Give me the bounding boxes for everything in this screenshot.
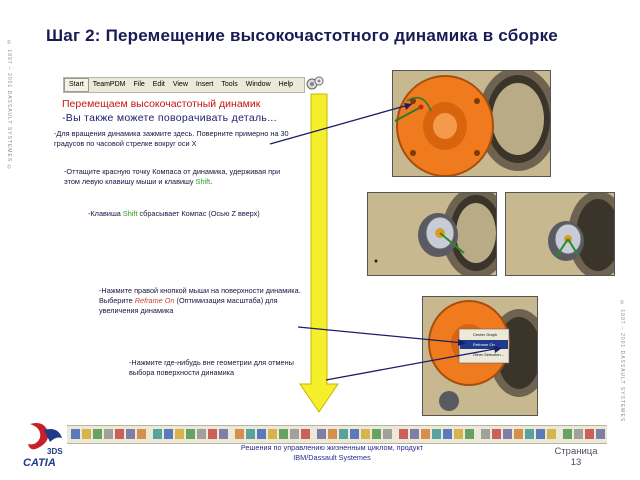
page-label: Страница — [554, 446, 598, 457]
toolbar-button[interactable] — [257, 429, 266, 439]
toolbar-button[interactable] — [514, 429, 523, 439]
toolbar-button[interactable] — [137, 429, 146, 439]
toolbar-button[interactable] — [465, 429, 474, 439]
toolbar-button[interactable] — [153, 429, 162, 439]
toolbar-button[interactable] — [235, 429, 244, 439]
toolbar-button[interactable] — [399, 429, 408, 439]
toolbar-button[interactable] — [290, 429, 299, 439]
bottom-toolbar — [67, 425, 607, 444]
toolbar-button[interactable] — [339, 429, 348, 439]
toolbar-button[interactable] — [585, 429, 594, 439]
toolbar-button[interactable] — [525, 429, 534, 439]
toolbar-button[interactable] — [197, 429, 206, 439]
toolbar-button[interactable] — [93, 429, 102, 439]
logo-catia-text: CATIA — [23, 457, 56, 469]
toolbar-button[interactable] — [596, 429, 605, 439]
toolbar-button[interactable] — [186, 429, 195, 439]
toolbar-button[interactable] — [432, 429, 441, 439]
toolbar-button[interactable] — [421, 429, 430, 439]
page-number-block: Страница 13 — [546, 446, 606, 468]
toolbar-button[interactable] — [82, 429, 91, 439]
toolbar-button[interactable] — [361, 429, 370, 439]
footer-text: Решения по управлению жизненным циклом, … — [240, 443, 424, 462]
toolbar-button[interactable] — [104, 429, 113, 439]
toolbar-button[interactable] — [503, 429, 512, 439]
toolbar-button[interactable] — [492, 429, 501, 439]
logo-ds-text: 3DS — [47, 447, 63, 456]
catia-logo-icon: 3DS CATIA — [23, 423, 63, 469]
toolbar-button[interactable] — [219, 429, 228, 439]
toolbar-button[interactable] — [350, 429, 359, 439]
toolbar-button[interactable] — [536, 429, 545, 439]
toolbar-button[interactable] — [301, 429, 310, 439]
toolbar-button[interactable] — [443, 429, 452, 439]
toolbar-button[interactable] — [126, 429, 135, 439]
toolbar-button[interactable] — [328, 429, 337, 439]
toolbar-button[interactable] — [574, 429, 583, 439]
callout-lines — [269, 103, 502, 381]
toolbar-button[interactable] — [383, 429, 392, 439]
toolbar-button[interactable] — [547, 429, 556, 439]
toolbar-button[interactable] — [164, 429, 173, 439]
toolbar-button[interactable] — [268, 429, 277, 439]
toolbar-button[interactable] — [317, 429, 326, 439]
toolbar-button[interactable] — [481, 429, 490, 439]
page-number: 13 — [570, 457, 582, 468]
toolbar-button[interactable] — [563, 429, 572, 439]
toolbar-button[interactable] — [175, 429, 184, 439]
toolbar-button[interactable] — [372, 429, 381, 439]
toolbar-button[interactable] — [208, 429, 217, 439]
toolbar-button[interactable] — [246, 429, 255, 439]
toolbar-button[interactable] — [454, 429, 463, 439]
toolbar-button[interactable] — [115, 429, 124, 439]
toolbar-button[interactable] — [410, 429, 419, 439]
toolbar-button[interactable] — [279, 429, 288, 439]
toolbar-icons[interactable] — [67, 426, 607, 443]
